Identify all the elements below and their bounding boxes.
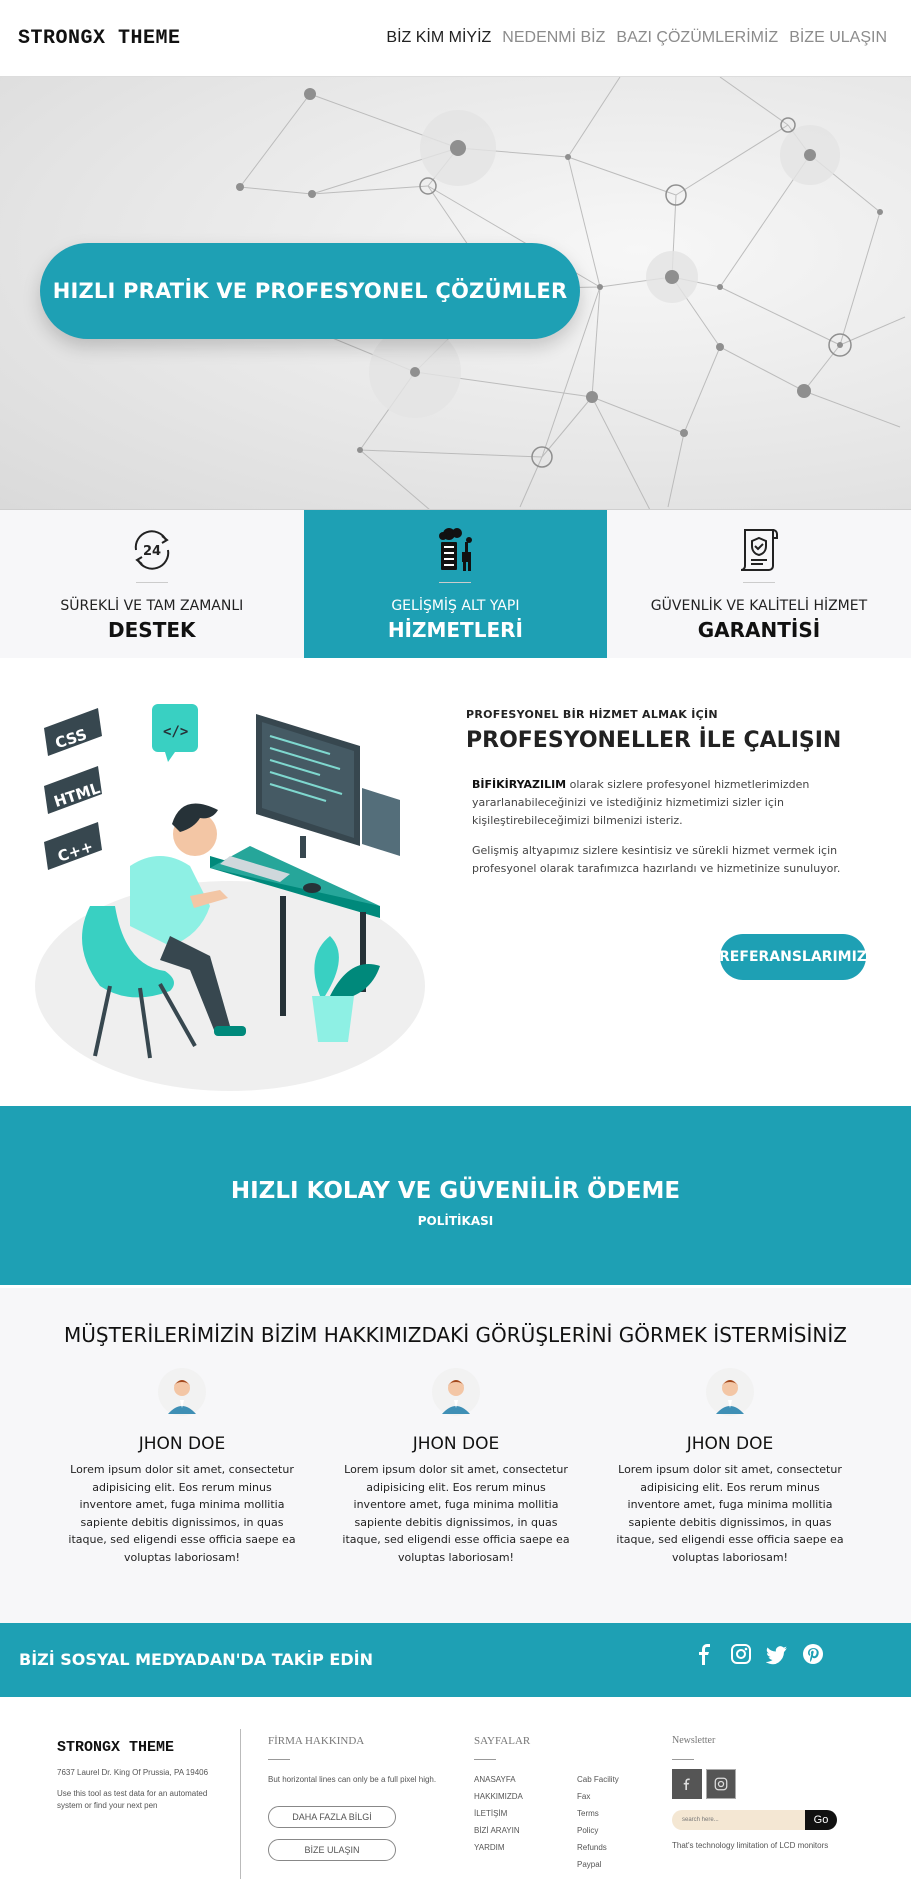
avatar [158, 1368, 206, 1416]
facebook-icon[interactable] [694, 1643, 716, 1665]
testimonial-card: JHON DOE Lorem ipsum dolor sit amet, con… [615, 1368, 845, 1566]
contact-us-button[interactable]: BİZE ULAŞIN [268, 1839, 396, 1861]
footer-facebook-button[interactable] [672, 1769, 702, 1799]
feature-sub: GÜVENLİK VE KALİTELİ HİZMET [650, 598, 868, 614]
about-title: PROFESYONELLER İLE ÇALIŞIN [466, 728, 842, 753]
feature-title: DESTEK [108, 618, 196, 642]
footer-link[interactable]: Refunds [577, 1839, 619, 1856]
feature-divider [135, 582, 168, 583]
footer-heading-rule [474, 1759, 496, 1760]
footer-heading-rule [672, 1759, 694, 1760]
footer-instagram-button[interactable] [706, 1769, 736, 1799]
testimonial-name: JHON DOE [686, 1434, 774, 1454]
feature-divider [439, 582, 472, 583]
testimonials-heading: MÜŞTERİLERİMİZİN BİZİM HAKKIMIZDAKİ GÖRÜ… [64, 1323, 847, 1347]
server-infrastructure-icon [439, 528, 473, 571]
nav-item-nedenmi-biz[interactable]: NEDENMİ BİZ [502, 29, 605, 47]
footer-pages-title: SAYFALAR [474, 1735, 531, 1747]
feature-support: 24 SÜREKLİ VE TAM ZAMANLI DESTEK [0, 510, 304, 658]
feature-sub: SÜREKLİ VE TAM ZAMANLI [60, 598, 244, 614]
feature-guarantee: GÜVENLİK VE KALİTELİ HİZMET GARANTİSİ [607, 510, 911, 658]
feature-title: GARANTİSİ [697, 618, 821, 642]
footer-divider [240, 1729, 241, 1879]
testimonial-text: Lorem ipsum dolor sit amet, consectetur … [342, 1463, 570, 1564]
footer-description: Use this tool as test data for an automa… [57, 1789, 208, 1810]
about-brand: BİFİKİRYAZILIM [472, 778, 567, 791]
twitter-icon[interactable] [765, 1643, 788, 1665]
feature-infrastructure: GELİŞMİŞ ALT YAPI HİZMETLERİ [303, 510, 608, 658]
testimonial-name: JHON DOE [412, 1434, 500, 1454]
payment-title: HIZLI KOLAY VE GÜVENİLİR ÖDEME [230, 1178, 681, 1204]
footer-link[interactable]: İLETİŞİM [474, 1805, 523, 1822]
footer-about-title: FİRMA HAKKINDA [268, 1735, 365, 1747]
footer-heading-rule [268, 1759, 290, 1760]
about-kicker: PROFESYONEL BİR HİZMET ALMAK İÇİN [466, 708, 718, 721]
social-title: BİZİ SOSYAL MEDYADAN'DA TAKİP EDİN [19, 1650, 373, 1669]
footer-link[interactable]: BİZİ ARAYIN [474, 1822, 523, 1839]
about-paragraph-2: Gelişmiş altyapımız sizlere kesintisiz v… [472, 844, 841, 875]
newsletter-note: That's technology limitation of LCD moni… [672, 1841, 829, 1850]
hero-section: HIZLI PRATİK VE PROFESYONEL ÇÖZÜMLER [0, 77, 911, 510]
main-menu: BİZ KİM MİYİZ NEDENMİ BİZ BAZI ÇÖZÜMLERİ… [386, 29, 887, 47]
footer-link[interactable]: Paypal [577, 1856, 619, 1873]
newsletter-search-input[interactable]: search here... [672, 1810, 805, 1830]
nav-item-bize-ulasin[interactable]: BİZE ULAŞIN [789, 29, 887, 47]
pinterest-icon[interactable] [802, 1643, 824, 1665]
top-navbar: STRONGX THEME BİZ KİM MİYİZ NEDENMİ BİZ … [0, 0, 911, 77]
footer-link[interactable]: HAKKIMIZDA [474, 1788, 523, 1805]
footer-link[interactable]: ANASAYFA [474, 1771, 523, 1788]
footer-link[interactable]: YARDIM [474, 1839, 523, 1856]
feature-title: HİZMETLERİ [387, 618, 523, 642]
newsletter-title: Newsletter [672, 1735, 716, 1746]
developer-illustration: CSS HTML C++ </> [35, 704, 425, 1091]
references-button[interactable]: REFERANSLARIMIZ [719, 934, 867, 980]
testimonial-card: JHON DOE Lorem ipsum dolor sit amet, con… [67, 1368, 297, 1566]
facebook-icon [683, 1778, 690, 1790]
hero-headline-pill: HIZLI PRATİK VE PROFESYONEL ÇÖZÜMLER [40, 243, 580, 339]
footer-link[interactable]: Policy [577, 1822, 619, 1839]
support-24-icon: 24 [134, 530, 170, 570]
brand-logo[interactable]: STRONGX THEME [18, 27, 181, 50]
footer-link[interactable]: Cab Facility [577, 1771, 619, 1788]
about-section: CSS HTML C++ </> PROFESYONEL BİR HİZMET … [0, 658, 911, 1106]
hero-headline: HIZLI PRATİK VE PROFESYONEL ÇÖZÜMLER [52, 279, 568, 303]
newsletter-go-button[interactable]: Go [805, 1810, 837, 1830]
more-info-button[interactable]: DAHA FAZLA BİLGİ [268, 1806, 396, 1828]
avatar [706, 1368, 754, 1416]
footer-link[interactable]: Terms [577, 1805, 619, 1822]
nav-item-cozumlerimiz[interactable]: BAZI ÇÖZÜMLERİMİZ [616, 29, 778, 47]
features-row: 24 SÜREKLİ VE TAM ZAMANLI DESTEK GELİŞMİ… [0, 510, 911, 658]
footer-pages-list-1: ANASAYFA HAKKIMIZDA İLETİŞİM BİZİ ARAYIN… [474, 1771, 523, 1856]
avatar [432, 1368, 480, 1416]
instagram-icon [714, 1777, 728, 1791]
testimonial-text: Lorem ipsum dolor sit amet, consectetur … [68, 1463, 296, 1564]
testimonial-text: Lorem ipsum dolor sit amet, consectetur … [616, 1463, 844, 1564]
testimonials-section: MÜŞTERİLERİMİZİN BİZİM HAKKIMIZDAKİ GÖRÜ… [0, 1288, 911, 1623]
footer-brand[interactable]: STRONGX THEME [57, 1739, 174, 1756]
illus-code-label: </> [163, 724, 188, 740]
footer-link[interactable]: Fax [577, 1788, 619, 1805]
social-bar: BİZİ SOSYAL MEDYADAN'DA TAKİP EDİN [0, 1623, 911, 1697]
footer: STRONGX THEME 7637 Laurel Dr. King Of Pr… [0, 1697, 911, 1890]
svg-text:24: 24 [143, 544, 161, 559]
footer-address: 7637 Laurel Dr. King Of Prussia, PA 1940… [57, 1768, 209, 1777]
payment-subtitle: POLİTİKASI [417, 1214, 494, 1228]
payment-banner: HIZLI KOLAY VE GÜVENİLİR ÖDEME POLİTİKAS… [0, 1106, 911, 1288]
nav-item-biz-kim-miyiz[interactable]: BİZ KİM MİYİZ [386, 29, 491, 47]
instagram-icon[interactable] [730, 1643, 752, 1665]
footer-pages-list-2: Cab Facility Fax Terms Policy Refunds Pa… [577, 1771, 619, 1873]
testimonial-card: JHON DOE Lorem ipsum dolor sit amet, con… [341, 1368, 571, 1566]
feature-divider [742, 582, 775, 583]
social-icons [694, 1643, 824, 1665]
feature-sub: GELİŞMİŞ ALT YAPI [391, 598, 520, 614]
certificate-icon [740, 529, 778, 571]
testimonial-name: JHON DOE [138, 1434, 226, 1454]
about-paragraph-1: BİFİKİRYAZILIM olarak sizlere profesyone… [472, 776, 882, 830]
footer-about-text: But horizontal lines can only be a full … [268, 1775, 437, 1784]
